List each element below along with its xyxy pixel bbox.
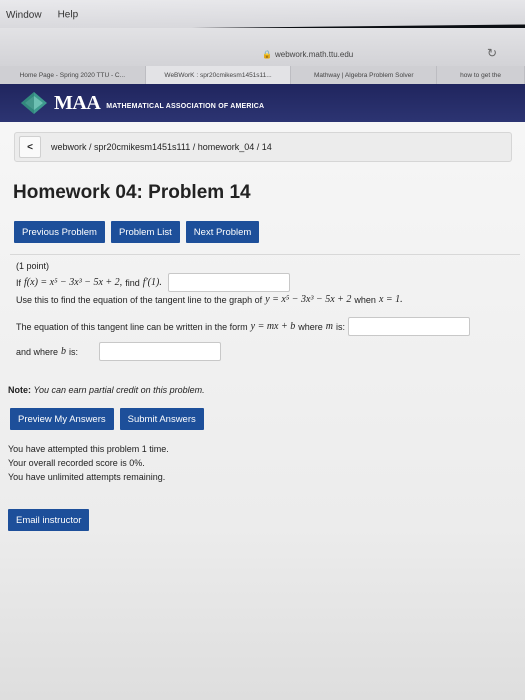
os-menu-bar: Window Help — [0, 0, 525, 31]
fprime-answer-input[interactable] — [167, 273, 290, 292]
menu-help[interactable]: Help — [58, 9, 79, 20]
reload-icon[interactable]: ↻ — [487, 46, 497, 60]
points-label: (1 point) — [16, 261, 50, 271]
problem-nav: Previous Problem Problem List Next Probl… — [14, 221, 260, 243]
breadcrumb-path[interactable]: webwork / spr20cmikesm1451s111 / homewor… — [51, 142, 272, 152]
email-instructor-button[interactable]: Email instructor — [8, 509, 90, 531]
submit-answers-button[interactable]: Submit Answers — [119, 408, 204, 430]
url-text: webwork.math.ttu.edu — [274, 50, 354, 59]
tab-webwork[interactable]: WeBWorK : spr20cmikesm1451s11... — [145, 66, 292, 84]
attempts-text: You have attempted this problem 1 time. — [8, 444, 169, 454]
b-answer-input[interactable] — [99, 342, 222, 361]
answer-buttons: Preview My Answers Submit Answers — [10, 408, 204, 430]
tab-home-page[interactable]: Home Page - Spring 2020 TTU - C... — [0, 66, 146, 84]
remaining-attempts-text: You have unlimited attempts remaining. — [8, 472, 166, 482]
lock-icon: 🔒 — [262, 50, 272, 59]
partial-credit-note: Note: You can earn partial credit on thi… — [8, 385, 205, 395]
previous-problem-button[interactable]: Previous Problem — [14, 221, 105, 243]
tab-how-to[interactable]: how to get the — [437, 66, 525, 84]
browser-tabs: Home Page - Spring 2020 TTU - C... WeBWo… — [0, 66, 525, 84]
maa-logo-icon — [21, 92, 47, 114]
page-title: Homework 04: Problem 14 — [13, 182, 251, 203]
preview-answers-button[interactable]: Preview My Answers — [10, 408, 114, 430]
menu-window[interactable]: Window — [6, 9, 42, 20]
m-answer-input[interactable] — [348, 317, 470, 336]
problem-line-1: If f(x) = x⁵ − 3x³ − 5x + 2, find f′(1). — [16, 273, 290, 292]
problem-list-button[interactable]: Problem List — [110, 221, 180, 243]
tab-mathway[interactable]: Mathway | Algebra Problem Solver — [291, 66, 438, 84]
back-button[interactable]: < — [19, 136, 41, 158]
breadcrumb: < webwork / spr20cmikesm1451s111 / homew… — [14, 132, 512, 162]
page-content: < webwork / spr20cmikesm1451s111 / homew… — [0, 122, 525, 700]
next-problem-button[interactable]: Next Problem — [185, 221, 260, 243]
problem-line-3: The equation of this tangent line can be… — [16, 317, 470, 336]
problem-body: (1 point) If f(x) = x⁵ − 3x³ − 5x + 2, f… — [10, 254, 520, 366]
attempt-status: You have attempted this problem 1 time. … — [8, 442, 169, 484]
browser-toolbar: 🔒 webwork.math.ttu.edu ↻ — [0, 28, 525, 68]
problem-line-2: Use this to find the equation of the tan… — [16, 294, 403, 305]
problem-line-4: and where b is: — [16, 342, 222, 361]
address-bar[interactable]: 🔒 webwork.math.ttu.edu — [262, 50, 353, 59]
score-text: Your overall recorded score is 0%. — [8, 458, 145, 468]
maa-logo-text: MAA — [54, 91, 101, 114]
maa-subtitle: MATHEMATICAL ASSOCIATION OF AMERICA — [106, 102, 265, 110]
maa-banner: MAA MATHEMATICAL ASSOCIATION OF AMERICA — [0, 84, 525, 122]
